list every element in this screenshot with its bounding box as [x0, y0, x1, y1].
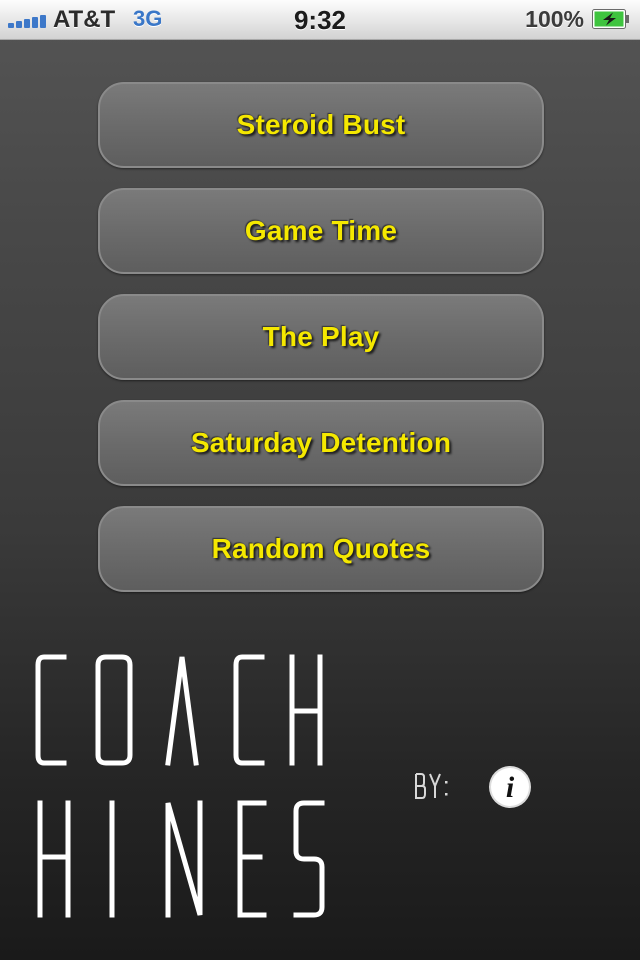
random-quotes-button[interactable]: Random Quotes — [98, 506, 544, 592]
game-time-button[interactable]: Game Time — [98, 188, 544, 274]
random-quotes-label: Random Quotes — [211, 533, 431, 564]
info-button[interactable]: i — [491, 768, 529, 806]
steroid-bust-button[interactable]: Steroid Bust — [98, 82, 544, 168]
the-play-label: The Play — [262, 321, 380, 352]
battery-percent: 100% — [525, 6, 584, 32]
by-label — [415, 773, 448, 799]
steroid-bust-label: Steroid Bust — [236, 109, 406, 140]
saturday-detention-label: Saturday Detention — [190, 427, 452, 458]
status-bar: AT&T 3G 9:32 100% — [0, 0, 640, 40]
info-icon: i — [505, 770, 515, 804]
battery-charging-icon — [592, 9, 629, 29]
the-play-button[interactable]: The Play — [98, 294, 544, 380]
coach-hines-logo — [35, 654, 325, 918]
game-time-label: Game Time — [244, 215, 398, 246]
saturday-detention-button[interactable]: Saturday Detention — [98, 400, 544, 486]
